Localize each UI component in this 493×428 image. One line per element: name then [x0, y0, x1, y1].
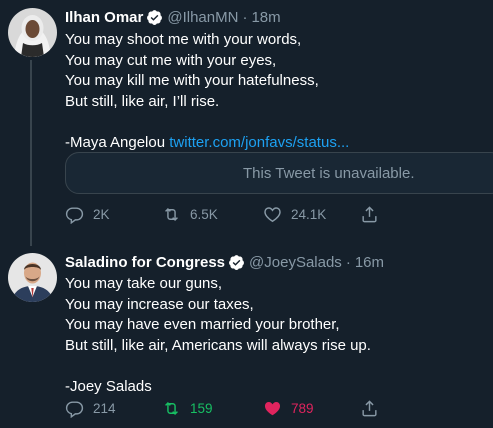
reply-icon — [65, 400, 84, 418]
reply-icon — [65, 206, 84, 224]
like-button[interactable]: 789 — [263, 396, 314, 420]
share-icon — [362, 399, 377, 416]
tweet-line: You may cut me with your eyes, — [65, 51, 277, 69]
author-handle[interactable]: @IlhanMN — [167, 9, 238, 26]
tweet-header: Ilhan Omar @IlhanMN · 18m — [65, 9, 281, 26]
quoted-tweet-card[interactable]: This Tweet is unavailable. — [65, 152, 493, 194]
quoted-tweet-unavailable-text: This Tweet is unavailable. — [243, 165, 415, 182]
author-handle[interactable]: @JoeySalads — [249, 254, 342, 271]
tweet-timestamp[interactable]: 16m — [355, 254, 384, 271]
author-name[interactable]: Saladino for Congress — [65, 254, 225, 271]
reply-button[interactable]: 2K — [65, 202, 110, 226]
tweet-line-attribution: -Joey Salads — [65, 377, 152, 395]
thread-connector-line — [30, 60, 32, 246]
verified-badge-icon — [229, 255, 244, 270]
tweet-line — [65, 356, 371, 377]
tweet-line: But still, like air, I’ll rise. — [65, 92, 220, 110]
like-button[interactable]: 24.1K — [263, 202, 326, 226]
tweet-body: You may shoot me with your words, You may… — [65, 30, 349, 153]
tweet-line-attribution: -Maya Angelou twitter.com/jonfavs/status… — [65, 133, 349, 154]
like-count: 24.1K — [291, 206, 327, 222]
tweet-timestamp[interactable]: 18m — [251, 9, 280, 26]
share-icon — [362, 205, 377, 222]
retweet-button[interactable]: 6.5K — [162, 202, 218, 226]
tweet-line: You may increase our taxes, — [65, 295, 254, 313]
verified-badge-icon — [147, 10, 163, 25]
retweet-icon — [165, 401, 178, 415]
reply-count: 2K — [93, 206, 110, 222]
attribution-text: -Maya Angelou — [65, 133, 166, 151]
tweet-actions: 2K 6.5K 24.1K — [65, 202, 485, 226]
tweet-actions: 214 159 789 — [65, 396, 485, 420]
reply-button[interactable]: 214 — [65, 396, 116, 420]
tweet-saladino-for-congress[interactable]: Saladino for Congress @JoeySalads · 16m … — [0, 238, 493, 428]
tweet-header: Saladino for Congress @JoeySalads · 16m — [65, 254, 384, 271]
separator-dot: · — [242, 9, 248, 26]
tweet-ilhan-omar[interactable]: Ilhan Omar @IlhanMN · 18m You may shoot … — [0, 0, 493, 246]
retweet-button[interactable]: 159 — [162, 396, 213, 420]
tweet-line: But still, like air, Americans will alwa… — [65, 336, 371, 354]
tweet-line: You may kill me with your hatefulness, — [65, 72, 319, 89]
separator-dot: · — [345, 254, 351, 271]
tweet-line: You may have even married your brother, — [65, 316, 340, 333]
tweet-line — [65, 112, 349, 133]
retweet-count: 6.5K — [190, 206, 218, 222]
like-icon — [264, 206, 281, 222]
retweet-count: 159 — [190, 400, 213, 416]
tweet-link[interactable]: twitter.com/jonfavs/status... — [169, 134, 349, 151]
tweet-line: You may shoot me with your words, — [65, 31, 302, 48]
share-button[interactable] — [360, 202, 388, 226]
like-count: 789 — [291, 400, 314, 416]
author-name[interactable]: Ilhan Omar — [65, 9, 143, 26]
retweet-icon — [165, 207, 178, 221]
share-button[interactable] — [360, 396, 388, 420]
reply-count: 214 — [93, 400, 116, 416]
tweet-body: You may take our guns, You may increase o… — [65, 274, 371, 397]
tweet-line: You may take our guns, — [65, 275, 223, 292]
like-icon — [264, 401, 281, 415]
avatar-ilhan-omar[interactable] — [8, 8, 57, 57]
avatar-saladino[interactable] — [8, 253, 57, 302]
